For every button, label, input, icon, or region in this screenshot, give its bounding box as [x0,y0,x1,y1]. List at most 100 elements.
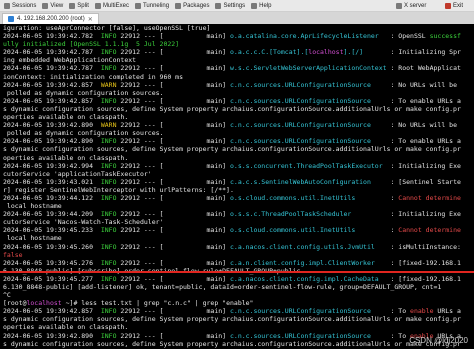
terminal-text: 22912 --- [ main] [116,258,230,267]
terminal-text: 22912 --- [ main] [116,32,230,41]
terminal-text: o.a.c.c.C.[Tomcat].[ [230,48,309,57]
terminal-text: INFO [100,331,117,340]
terminal-text: c.n.c.sources.URLConfigurationSource [230,137,371,146]
terminal-text: WARN [100,80,117,89]
tab-session[interactable]: 4. 192.168.200.200 (root) ✕ [2,13,99,24]
terminal-line: operties available on classpath. [3,323,474,331]
close-icon[interactable]: ✕ [88,16,93,23]
terminal-text: INFO [100,137,117,146]
settings-icon [215,2,222,9]
terminal-text: localhost [308,48,344,57]
terminal-line: 2024-06-05 19:39:44.209 INFO 22912 --- [… [3,210,474,218]
terminal-text: operties available on classpath. [3,323,129,332]
terminal-text: local hostname [3,234,62,243]
menu-bar: Sessions View Split MultiExec Tunneling … [0,0,474,12]
menu-multiexec[interactable]: MultiExec [94,2,129,9]
terminal-line: 2024-06-05 19:39:45.233 INFO 22912 --- [… [3,226,474,234]
terminal-text: o.s.cloud.commons.util.InetUtils [230,193,356,202]
terminal-text: w.s.c.ServletWebServerApplicationContext [230,64,387,73]
terminal-text: 22912 --- [ main] [116,96,230,105]
terminal-text: o.a.catalina.core.AprLifecycleListener [230,32,379,41]
terminal-line: 2024-06-05 19:39:45.260 INFO 22912 --- [… [3,243,474,251]
terminal-text: : [fixed-192.168.1 [374,258,461,267]
exit-icon [445,3,451,9]
sessions-icon [4,2,10,9]
menu-split[interactable]: Split [69,2,89,9]
menu-view[interactable]: View [42,2,63,9]
terminal-text: s dynamic configuration sources, define … [3,339,461,348]
terminal-text: ionContext: initialization completed in … [3,72,184,81]
terminal-line: 2024-06-05 19:39:45.276 INFO 22912 --- [… [3,259,474,267]
terminal-text: 22912 --- [ main] [116,121,230,130]
terminal-text: : No URLs will be [370,80,457,89]
terminal-text: INFO [100,32,117,41]
terminal-text: INFO [100,242,117,251]
terminal-text: : To enable URLs a [370,96,461,105]
terminal-text: 22912 --- [ main] [116,210,230,219]
terminal-text: ^C [3,291,11,300]
terminal-text: c.a.nacos.client.config.utils.JvmUtil [230,242,375,251]
tab-bar: 4. 192.168.200.200 (root) ✕ [0,12,474,24]
terminal-text: 2024-06-05 19:39:42.857 [3,307,101,316]
terminal-line: 2024-06-05 19:39:42.787 INFO 22912 --- [… [3,64,474,72]
terminal-line: s dynamic configuration sources, define … [3,105,474,113]
terminal-line: 2024-06-05 19:39:42.890 WARN 22912 --- [… [3,121,474,129]
terminal-line: 2024-06-05 19:39:42.857 INFO 22912 --- [… [3,97,474,105]
terminal-text: 22912 --- [ main] [116,242,230,251]
menu-exit[interactable]: Exit [445,0,463,12]
terminal-text: local hostname [3,202,62,211]
menu-tunneling[interactable]: Tunneling [134,2,169,9]
terminal-text: c.n.c.sources.URLConfigurationSource [230,331,371,340]
terminal-text: 2024-06-05 19:39:42.857 [3,80,101,89]
terminal-text: 22912 --- [ main] [116,274,230,283]
terminal-text: 22912 --- [ main] [116,161,230,170]
terminal-line: s dynamic configuration sources, define … [3,315,474,323]
terminal-text: INFO [100,96,117,105]
terminal-text: polled as dynamic configuration sources. [3,88,164,97]
terminal-line: cutorService 'Nacos-Watch-Task-Scheduler… [3,218,474,226]
terminal-text: localhost [26,299,62,308]
terminal-text: 22912 --- [ main] [116,307,230,316]
terminal-text: cutorService 'applicationTaskExecutor' [3,169,152,178]
terminal-text: Cannot determine [398,226,461,235]
terminal-text: o.s.cloud.commons.util.InetUtils [230,226,356,235]
terminal-line: 2024-06-05 19:39:42.994 INFO 22912 --- [… [3,162,474,170]
terminal-text: 2024-06-05 19:39:45.276 [3,258,101,267]
terminal-text: false [3,250,23,259]
terminal-text: INFO [100,177,117,186]
terminal-text: 22912 --- [ main] [116,48,230,57]
terminal-text: 2024-06-05 19:39:42.787 [3,64,101,73]
terminal-line: operties available on classpath. [3,113,474,121]
terminal-text: 22912 --- [ main] [116,193,230,202]
terminal-text: r] register SentinelWebInterceptor with … [3,185,234,194]
terminal-text: c.n.c.sources.URLConfigurationSource [230,121,371,130]
packages-icon [175,2,182,9]
terminal-text: 2024-06-05 19:39:44.122 [3,193,101,202]
terminal-text: : To [370,331,411,340]
terminal-text: s dynamic configuration sources, define … [3,145,461,154]
terminal-text: 2024-06-05 19:39:43.021 [3,177,101,186]
menu-sessions[interactable]: Sessions [4,2,36,9]
split-icon [69,2,76,9]
terminal-line: 2024-06-05 19:39:42.890 INFO 22912 --- [… [3,137,474,145]
menu-packages[interactable]: Packages [175,2,209,9]
terminal-text: operties available on classpath. [3,153,129,162]
terminal-line: [root@localhost ~]# less test.txt | grep… [3,299,474,307]
terminal-text: 2024-06-05 19:39:44.209 [3,210,101,219]
terminal-text: 2024-06-05 19:39:45.277 [3,274,101,283]
terminal-line: 2024-06-05 19:39:43.021 INFO 22912 --- [… [3,178,474,186]
menu-help[interactable]: Help [251,2,271,9]
terminal-icon [8,16,14,22]
terminal-line: 2024-06-05 19:39:42.857 INFO 22912 --- [… [3,307,474,315]
terminal-output[interactable]: iguration: useAprConnector [false], useO… [0,24,474,349]
terminal-text: cutorService 'Nacos-Watch-Task-Scheduler… [3,218,164,227]
terminal-line: 2024-06-05 19:39:44.122 INFO 22912 --- [… [3,194,474,202]
menu-settings[interactable]: Settings [215,2,245,9]
terminal-text: : Root WebApplicat [386,64,461,73]
menu-x-server[interactable]: X server [396,0,426,12]
terminal-text: : [355,193,399,202]
terminal-text: polled as dynamic configuration sources. [3,129,164,138]
terminal-text: 2024-06-05 19:39:42.857 [3,96,101,105]
terminal-text: 22912 --- [ main] [116,64,230,73]
terminal-text: INFO [100,210,117,219]
